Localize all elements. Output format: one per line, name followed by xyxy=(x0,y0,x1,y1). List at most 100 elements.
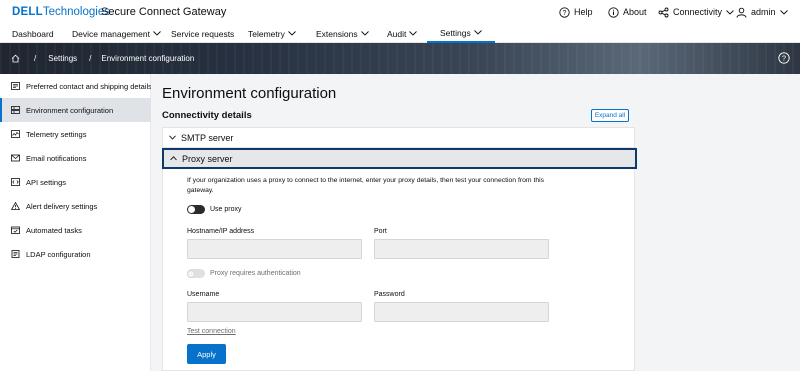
sidebar-item-ldap-configuration[interactable]: LDAP configuration xyxy=(0,242,151,266)
nav-telemetry-label: Telemetry xyxy=(248,28,285,39)
connectivity-accordion: SMTP server Proxy server If your organiz… xyxy=(162,127,637,371)
proxy-auth-toggle[interactable] xyxy=(187,269,205,278)
contact-card-icon xyxy=(11,82,20,90)
logo-dell-text: DELL xyxy=(12,6,43,18)
chevron-down-icon xyxy=(726,9,734,15)
hostname-label: Hostname/IP address xyxy=(187,228,255,235)
smtp-server-label: SMTP server xyxy=(181,132,234,143)
telemetry-icon xyxy=(11,130,20,138)
sidebar-item-label: Automated tasks xyxy=(26,225,82,235)
nav-device-management-label: Device management xyxy=(72,28,150,39)
proxy-server-accordion-header[interactable]: Proxy server xyxy=(162,148,637,169)
sidebar-item-label: Email notifications xyxy=(26,153,87,163)
port-field[interactable] xyxy=(374,239,549,259)
sidebar-item-automated-tasks[interactable]: Automated tasks xyxy=(0,218,151,242)
sidebar-item-environment-configuration[interactable]: Environment configuration xyxy=(0,98,151,122)
sidebar-item-label: Alert delivery settings xyxy=(26,201,98,211)
proxy-auth-label: Proxy requires authentication xyxy=(210,270,301,277)
nav-extensions-label: Extensions xyxy=(316,28,358,39)
warning-icon xyxy=(11,202,20,210)
sidebar-item-label: API settings xyxy=(26,177,67,187)
breadcrumb: / Settings / Environment configuration xyxy=(11,43,194,74)
main-content: Environment configuration Connectivity d… xyxy=(151,74,800,371)
nav-extensions[interactable]: Extensions xyxy=(316,24,369,43)
info-icon xyxy=(608,6,619,18)
chevron-down-icon xyxy=(779,9,788,15)
chevron-down-icon xyxy=(473,30,482,35)
chevron-down-icon xyxy=(153,31,161,36)
document-icon xyxy=(11,250,20,258)
nav-dashboard[interactable]: Dashboard xyxy=(12,24,54,43)
about-menu[interactable]: About xyxy=(608,4,647,20)
logo-tech-text: Technologies xyxy=(42,6,110,18)
server-icon xyxy=(11,106,20,114)
user-menu[interactable]: admin xyxy=(736,4,788,20)
breadcrumb-current: Environment configuration xyxy=(101,54,195,63)
help-label: Help xyxy=(574,7,593,17)
connectivity-menu[interactable]: Connectivity xyxy=(658,4,734,20)
password-label: Password xyxy=(374,291,405,298)
sidebar-item-preferred-contact[interactable]: Preferred contact and shipping details xyxy=(0,74,152,98)
product-name: Secure Connect Gateway xyxy=(101,6,227,18)
username-label: Username xyxy=(187,291,220,298)
envelope-icon xyxy=(11,154,20,162)
nav-telemetry[interactable]: Telemetry xyxy=(248,24,296,43)
sidebar-item-label: Telemetry settings xyxy=(26,129,87,139)
port-label: Port xyxy=(374,228,387,235)
connectivity-label: Connectivity xyxy=(673,7,723,17)
connectivity-icon xyxy=(658,7,669,17)
use-proxy-toggle[interactable] xyxy=(187,205,205,214)
calendar-check-icon xyxy=(11,226,20,234)
sidebar-item-email-notifications[interactable]: Email notifications xyxy=(0,146,151,170)
sidebar-item-alert-delivery-settings[interactable]: Alert delivery settings xyxy=(0,194,151,218)
page-help-icon[interactable]: ? xyxy=(778,52,790,64)
proxy-description: If your organization uses a proxy to con… xyxy=(187,177,545,194)
expand-all-button[interactable]: Expand all xyxy=(591,109,629,122)
sidebar-item-label: LDAP configuration xyxy=(26,249,91,259)
proxy-server-label: Proxy server xyxy=(182,153,233,164)
nav-dashboard-label: Dashboard xyxy=(12,28,54,39)
nav-service-requests[interactable]: Service requests xyxy=(171,24,234,43)
nav-audit[interactable]: Audit xyxy=(387,24,418,43)
settings-sidebar: Preferred contact and shipping details E… xyxy=(0,74,152,371)
help-menu[interactable]: ? Help xyxy=(559,4,593,20)
breadcrumb-separator: / xyxy=(89,54,92,63)
test-connection-link[interactable]: Test connection xyxy=(187,328,236,335)
sidebar-item-label: Environment configuration xyxy=(26,105,114,115)
chevron-up-icon xyxy=(170,156,177,161)
breadcrumb-separator: / xyxy=(34,54,37,63)
chevron-down-icon xyxy=(360,31,369,36)
use-proxy-label: Use proxy xyxy=(210,206,242,213)
section-title: Connectivity details xyxy=(162,110,252,121)
chevron-down-icon xyxy=(169,135,176,140)
about-label: About xyxy=(623,7,647,17)
hostname-field[interactable] xyxy=(187,239,362,259)
svg-text:?: ? xyxy=(563,10,567,17)
breadcrumb-settings[interactable]: Settings xyxy=(48,54,77,63)
user-icon xyxy=(736,7,747,18)
password-field[interactable] xyxy=(374,302,549,322)
smtp-server-accordion-header[interactable]: SMTP server xyxy=(163,128,636,148)
help-icon: ? xyxy=(559,6,570,18)
nav-settings-label: Settings xyxy=(440,27,471,38)
sidebar-item-label: Preferred contact and shipping details xyxy=(26,81,152,91)
use-proxy-row: Use proxy xyxy=(187,205,242,214)
username-field[interactable] xyxy=(187,302,362,322)
home-icon[interactable] xyxy=(11,54,20,63)
nav-settings[interactable]: Settings xyxy=(427,24,495,43)
main-nav: Dashboard Device management Service requ… xyxy=(0,24,800,43)
proxy-auth-row: Proxy requires authentication xyxy=(187,269,301,278)
sidebar-item-api-settings[interactable]: API settings xyxy=(0,170,151,194)
nav-service-requests-label: Service requests xyxy=(171,28,235,39)
dell-technologies-logo[interactable]: DELLTechnologies xyxy=(12,5,110,19)
apply-button[interactable]: Apply xyxy=(187,344,226,364)
svg-text:?: ? xyxy=(782,54,786,63)
nav-device-management[interactable]: Device management xyxy=(72,24,161,43)
sidebar-item-telemetry-settings[interactable]: Telemetry settings xyxy=(0,122,151,146)
top-bar: DELLTechnologies Secure Connect Gateway … xyxy=(0,0,800,24)
chevron-down-icon xyxy=(409,31,418,36)
nav-audit-label: Audit xyxy=(387,28,407,39)
api-icon xyxy=(11,178,20,186)
user-name: admin xyxy=(751,7,776,17)
breadcrumb-banner: / Settings / Environment configuration ? xyxy=(0,43,800,74)
